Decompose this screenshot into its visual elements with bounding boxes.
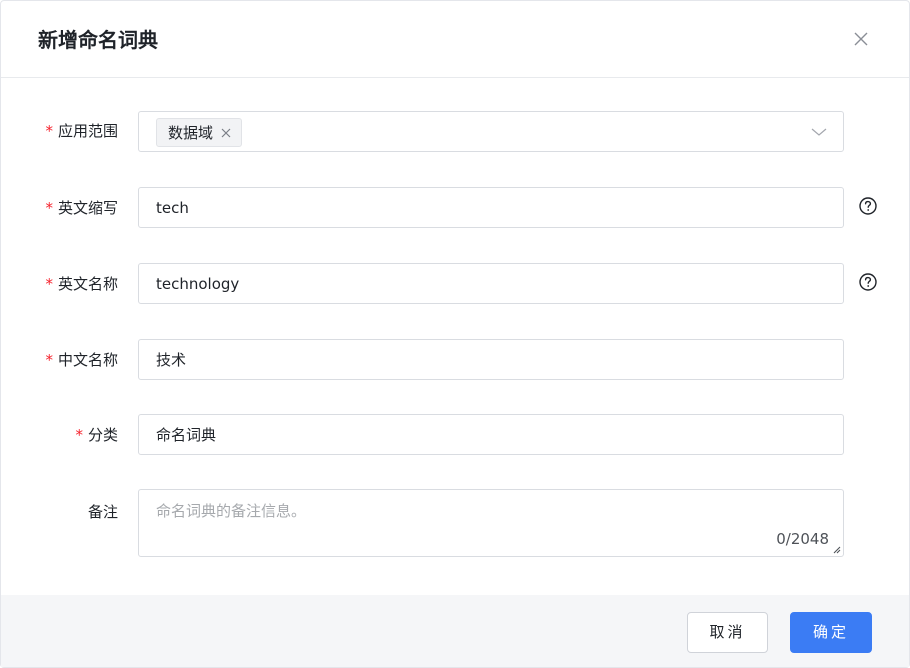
form-row-scope: * 应用范围 数据域: [1, 110, 909, 153]
scope-select[interactable]: 数据域: [138, 111, 844, 152]
remark-placeholder: 命名词典的备注信息。: [156, 502, 307, 520]
form-row-abbr: * 英文缩写 tech: [1, 186, 909, 229]
scope-tag: 数据域: [156, 118, 243, 147]
cn-name-label: * 中文名称: [45, 351, 118, 369]
dialog-header: 新增命名词典: [1, 1, 909, 78]
chevron-down-icon[interactable]: [811, 125, 827, 139]
category-label: * 分类: [75, 426, 118, 444]
form-row-category: * 分类 命名词典: [1, 413, 909, 456]
form-row-en-name: * 英文名称 technology: [1, 262, 909, 305]
category-input[interactable]: 命名词典: [138, 414, 844, 455]
cn-name-value: 技术: [156, 351, 187, 369]
question-circle-icon[interactable]: [858, 272, 878, 292]
required-mark: *: [45, 199, 53, 217]
required-mark: *: [75, 426, 83, 444]
tag-close-icon[interactable]: [221, 128, 231, 138]
scope-tag-label: 数据域: [168, 123, 214, 142]
close-icon[interactable]: [851, 29, 871, 49]
remark-textarea[interactable]: 命名词典的备注信息。 0/2048: [138, 489, 844, 557]
abbr-input[interactable]: tech: [138, 187, 844, 228]
required-mark: *: [45, 351, 53, 369]
required-mark: *: [45, 275, 53, 293]
dialog: 新增命名词典 * 应用范围 数据域 * 英文缩写 tech * 英文名称 tec…: [0, 0, 910, 668]
confirm-button[interactable]: 确定: [790, 612, 872, 653]
form-row-remark: 备注 命名词典的备注信息。 0/2048: [1, 488, 909, 558]
en-name-label: * 英文名称: [45, 275, 118, 293]
cancel-button[interactable]: 取消: [687, 612, 768, 653]
category-value: 命名词典: [156, 426, 217, 444]
char-counter: 0/2048: [776, 530, 829, 548]
required-mark: *: [45, 122, 53, 140]
dialog-title: 新增命名词典: [38, 28, 158, 52]
scope-label: * 应用范围: [45, 122, 118, 140]
remark-label: 备注: [87, 503, 118, 521]
form-row-cn-name: * 中文名称 技术: [1, 338, 909, 381]
resize-grip-icon[interactable]: [832, 545, 841, 554]
abbr-label: * 英文缩写: [45, 199, 118, 217]
en-name-input[interactable]: technology: [138, 263, 844, 304]
cn-name-input[interactable]: 技术: [138, 339, 844, 380]
question-circle-icon[interactable]: [858, 196, 878, 216]
en-name-value: technology: [156, 275, 240, 293]
dialog-footer: 取消 确定: [1, 595, 909, 667]
abbr-value: tech: [156, 199, 189, 217]
